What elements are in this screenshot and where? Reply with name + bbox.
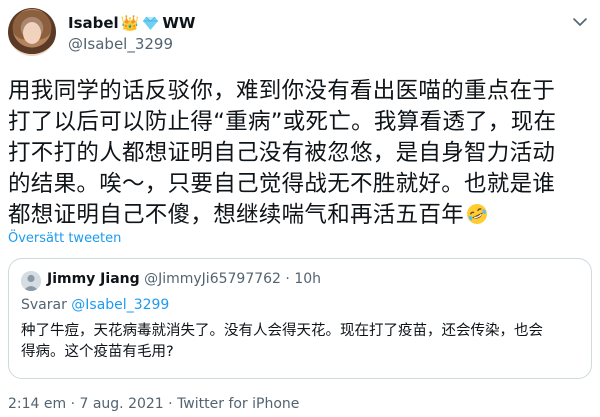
- translate-tweet-link[interactable]: Översätt tweeten: [8, 231, 121, 246]
- author-name-row[interactable]: Isabel 👑 WW: [68, 12, 195, 34]
- quoted-header: Jimmy Jiang @JimmyJi65797762 · 10h: [47, 271, 321, 287]
- author-badge-text: WW: [162, 14, 196, 32]
- tweet-line: 用我同学的话反驳你，难到你没有看出医喵的重点在于: [8, 78, 556, 104]
- quoted-tweet[interactable]: Jimmy Jiang @JimmyJi65797762 · 10h Svara…: [8, 258, 592, 379]
- gem-icon: [143, 16, 159, 30]
- quoted-time[interactable]: 10h: [294, 271, 321, 287]
- author-name[interactable]: Isabel: [68, 14, 119, 32]
- tweet-line-last: 都想证明自己不傻，想继续喘气和再活五百年: [8, 200, 592, 231]
- author-avatar[interactable]: [8, 8, 56, 56]
- tweet-timestamp[interactable]: 2:14 em · 7 aug. 2021 · Twitter for iPho…: [8, 396, 299, 412]
- crown-icon: 👑: [120, 13, 140, 32]
- tweet-text: 用我同学的话反驳你，难到你没有看出医喵的重点在于 打了以后可以防止得“重病”或死…: [8, 76, 592, 231]
- quoted-text: 种了牛痘，天花病毒就消失了。没有人会得天花。现在打了疫苗，还会传染，也会 得病。…: [21, 321, 579, 363]
- tweet: Isabel 👑 WW @Isabel_3299 用我同学的话反驳你，难到你没有…: [0, 0, 600, 417]
- quoted-avatar[interactable]: [21, 271, 41, 291]
- rolling-laughing-emoji: [466, 203, 488, 225]
- quoted-replying-to: Svarar @Isabel_3299: [21, 297, 169, 313]
- tweet-line: 打不打的人都想证明自己没有被忽悠，是自身智力活动: [8, 140, 556, 166]
- tweet-line-text: 都想证明自己不傻，想继续喘气和再活五百年: [8, 202, 465, 228]
- tweet-line: 的结果。唉～，只要自己觉得战无不胜就好。也就是谁: [8, 171, 556, 197]
- tweet-line: 打了以后可以防止得“重病”或死亡。我算看透了，现在: [8, 109, 557, 135]
- caret-down-icon[interactable]: [570, 12, 590, 32]
- author-handle[interactable]: @Isabel_3299: [68, 35, 173, 53]
- quoted-separator: ·: [285, 271, 290, 287]
- quoted-line: 得病。这个疫苗有毛用?: [21, 344, 174, 360]
- quoted-author-name[interactable]: Jimmy Jiang: [47, 271, 140, 287]
- quoted-line: 种了牛痘，天花病毒就消失了。没有人会得天花。现在打了疫苗，还会传染，也会: [21, 323, 543, 339]
- replying-to-label: Svarar: [21, 297, 67, 313]
- replying-to-mention[interactable]: @Isabel_3299: [71, 297, 169, 313]
- quoted-author-handle[interactable]: @JimmyJi65797762: [144, 271, 281, 287]
